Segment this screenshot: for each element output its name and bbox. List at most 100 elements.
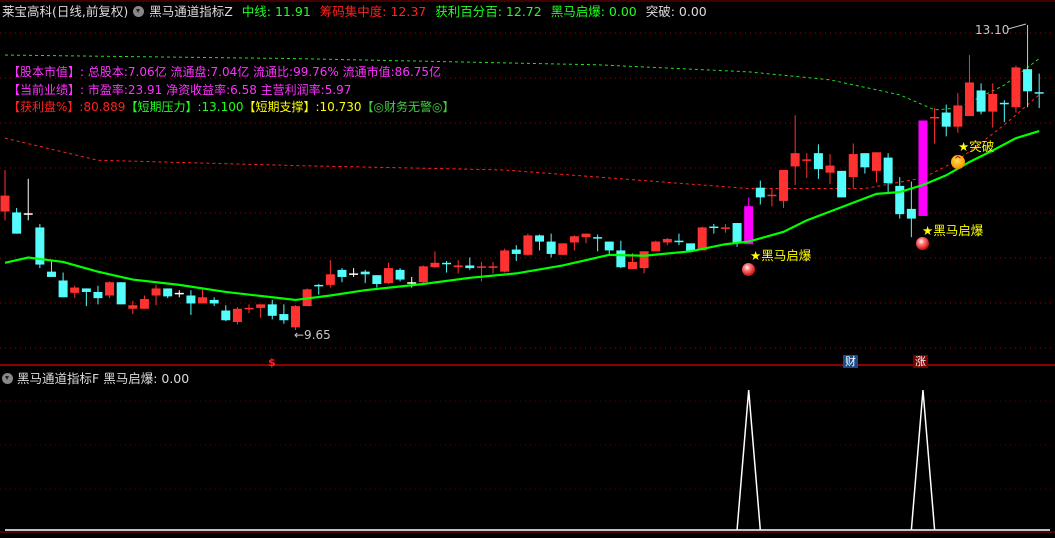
candle-body (46, 271, 56, 277)
candle-body (476, 266, 486, 268)
indicator-name[interactable]: 黑马通道指标Z (149, 4, 233, 19)
breakout-label: ★突破 (958, 136, 994, 155)
candle-body (651, 241, 661, 252)
candle-body (720, 227, 730, 229)
candle-body (1011, 67, 1021, 108)
candle-body (988, 93, 998, 112)
candle-body (337, 269, 347, 277)
star-icon: ★ (958, 139, 970, 154)
candle-body (325, 274, 335, 285)
candle-body (767, 194, 777, 197)
candle-body (256, 304, 266, 308)
candle-body (279, 314, 289, 321)
candle-body (70, 287, 80, 293)
candle-body (116, 282, 126, 305)
signal-text: 黑马启爆 (761, 248, 812, 263)
capital-label: 【股本市值】: (8, 65, 85, 79)
candle-body (627, 261, 637, 269)
candle-body (58, 280, 68, 298)
candle-body (81, 288, 91, 292)
candle-body (291, 306, 300, 328)
candle-body (174, 292, 184, 295)
levels-info: 【获利盘%】:80.889【短期压力】:13.100【短期支撑】:10.730【… (8, 100, 454, 114)
limit-up-marker[interactable]: 涨 (913, 355, 928, 368)
sub-title-bar: 黑马通道指标F 黑马启爆: 0.00 (2, 372, 189, 386)
candle-body (151, 288, 161, 296)
dividend-marker[interactable]: $ (266, 356, 278, 369)
candle-body (395, 269, 405, 280)
candle-body (616, 250, 626, 268)
candle-body (12, 212, 22, 234)
candle-body (186, 295, 196, 304)
indicator-menu-icon[interactable] (133, 6, 145, 17)
candle-body (906, 208, 916, 219)
performance-info: 【当前业绩】: 市盈率:23.91 净资收益率:6.58 主营利润率:5.97 (8, 83, 351, 97)
candle-body (953, 105, 963, 127)
breakout-text: 突破 (969, 139, 995, 154)
candle-body (976, 90, 986, 112)
candle-body (837, 170, 847, 198)
low-price-label: ←9.65 (294, 328, 331, 342)
candle-body (709, 226, 719, 229)
profit-pct-value: 获利百分百: 12.72 (435, 4, 542, 19)
candle-body (360, 271, 370, 275)
up-arrow-icon: ^ (951, 155, 965, 169)
candle-body (779, 169, 789, 201)
candle-body (860, 153, 870, 168)
candle-body (418, 266, 428, 283)
candle-body (500, 250, 510, 272)
main-title-bar: 莱宝高科(日线,前复权) 黑马通道指标Z 中线: 11.91 筹码集中度: 12.… (2, 5, 712, 19)
kline-chart[interactable] (0, 0, 1055, 538)
candle-body (732, 223, 742, 244)
candle-body (558, 243, 568, 255)
candle-body (488, 266, 498, 268)
candle-body (244, 307, 254, 310)
finance-marker[interactable]: 财 (843, 355, 858, 368)
signal-ball-icon (916, 237, 929, 250)
candle-body (941, 112, 951, 127)
candle-body (790, 153, 800, 167)
candle-body (511, 249, 521, 254)
signal-label-2: ★黑马启爆 (922, 220, 983, 239)
candle-body (604, 241, 614, 251)
candle-body (999, 102, 1009, 105)
candle-body (964, 82, 974, 117)
candle-body (232, 308, 242, 323)
candle-body (139, 299, 149, 309)
mid-line (4, 130, 1040, 302)
pressure-label: 【短期压力】 (125, 100, 198, 114)
candle-body (209, 299, 219, 304)
candle-body (430, 262, 440, 268)
candle-body (662, 238, 672, 243)
signal-text: 黑马启爆 (933, 223, 984, 238)
candle-body (163, 288, 173, 297)
candle-body (593, 237, 603, 239)
candle-body (105, 282, 115, 296)
candle-body (0, 195, 10, 212)
candle-body (221, 310, 231, 321)
mid-line-value: 中线: 11.91 (241, 4, 311, 19)
candle-body (813, 153, 823, 170)
candle-body (697, 227, 707, 251)
sub-indicator-name[interactable]: 黑马通道指标F (17, 371, 99, 386)
sub-indicator-menu-icon[interactable] (2, 373, 13, 384)
capital-info: 【股本市值】: 总股本:7.06亿 流通盘:7.04亿 流通比:99.76% 流… (8, 65, 441, 79)
candle-body (535, 235, 545, 242)
candle-body (744, 206, 754, 245)
candle-body (930, 116, 940, 119)
sub-signal-peak (736, 389, 762, 531)
candle-body (523, 235, 533, 255)
sub-signal-peak (910, 389, 936, 531)
signal-ball-icon (742, 263, 755, 276)
finance-warning: 【◎财务无警◎】 (361, 100, 455, 114)
dark-horse-value: 黑马启爆: 0.00 (550, 4, 637, 19)
candle-body (267, 304, 277, 316)
candle-body (581, 233, 591, 238)
candle-body (465, 265, 475, 269)
candle-body (674, 240, 684, 243)
candle-body (802, 159, 812, 161)
high-arrow (1007, 23, 1027, 30)
candle-body (314, 284, 324, 287)
candle-body (825, 165, 835, 173)
profit-value: :80.889 (79, 100, 126, 114)
